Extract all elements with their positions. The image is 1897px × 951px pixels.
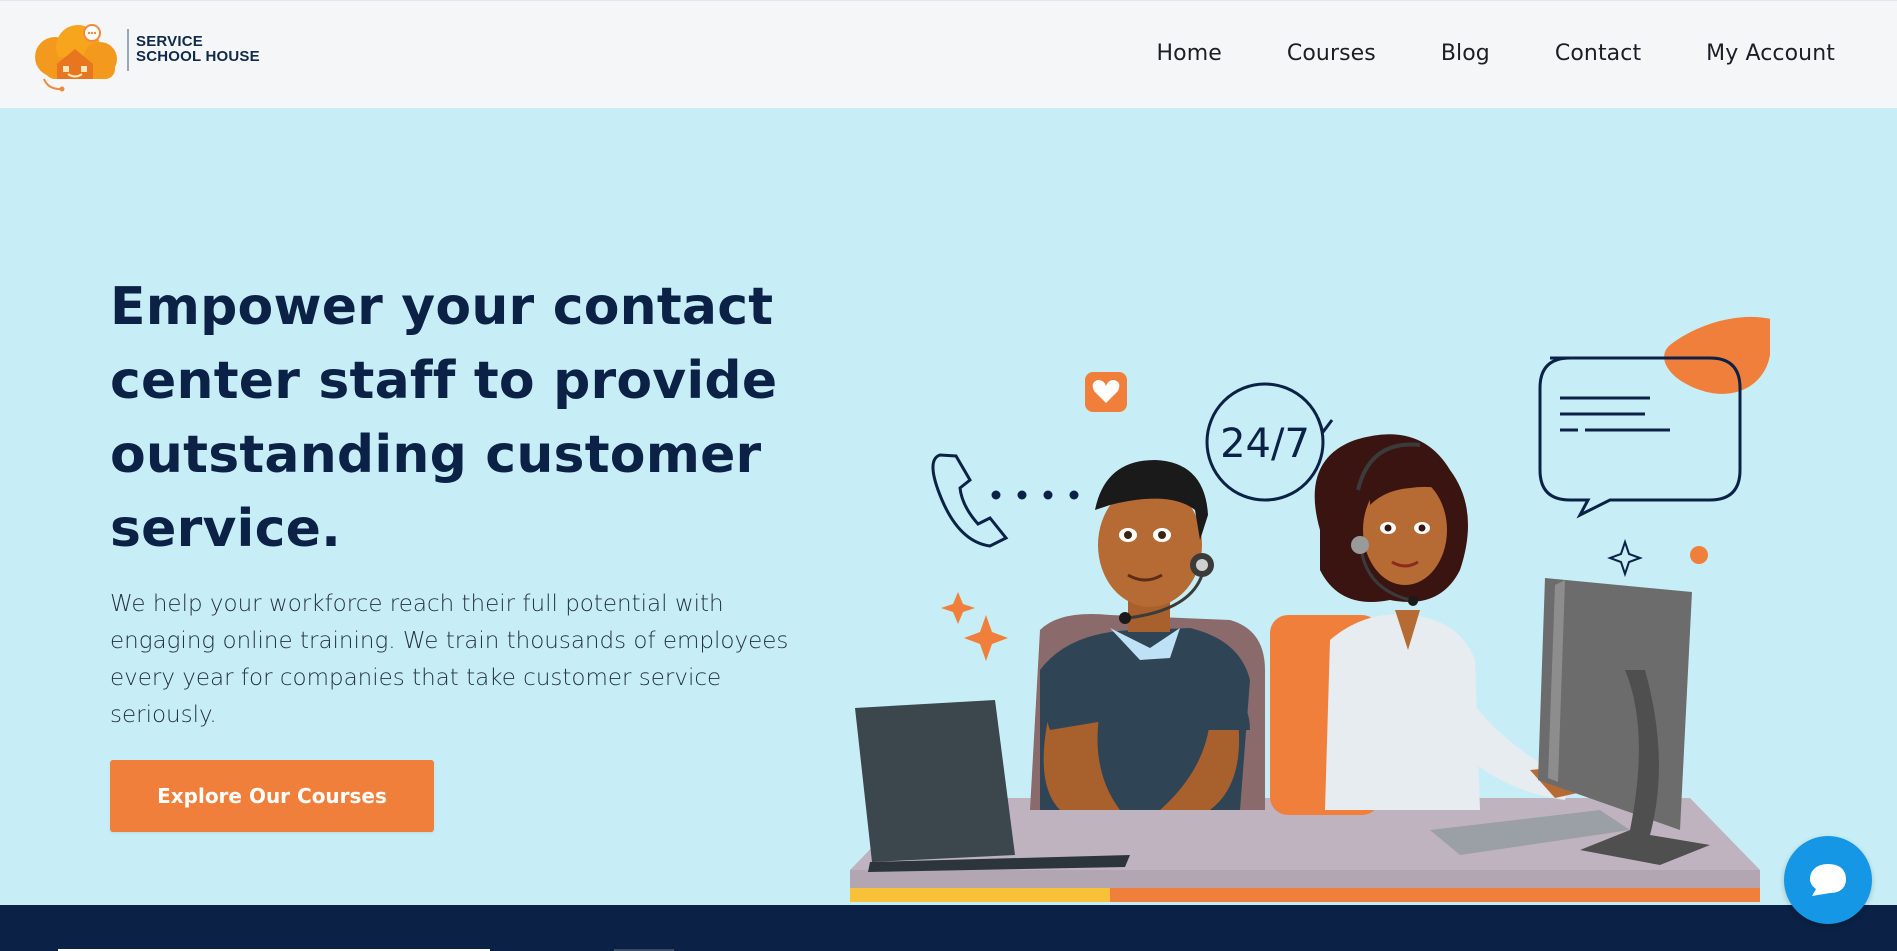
- logo-line-1: Service: [136, 33, 203, 50]
- explore-courses-button[interactable]: Explore Our Courses: [110, 760, 434, 832]
- nav-blog[interactable]: Blog: [1441, 41, 1490, 66]
- phone-icon: [931, 453, 1079, 548]
- nav-courses[interactable]: Courses: [1287, 41, 1376, 66]
- chat-bubble-icon: [1810, 864, 1846, 896]
- logo-line-2: School House: [136, 48, 260, 65]
- hero-subtitle: We help your workforce reach their full …: [110, 591, 789, 728]
- footer-strip: [0, 905, 1897, 951]
- nav-contact[interactable]: Contact: [1555, 41, 1641, 66]
- logo-divider: [127, 29, 129, 71]
- chat-button[interactable]: [1784, 836, 1872, 924]
- availability-badge: 24/7: [1205, 382, 1334, 502]
- hero-title: Empower your contact center staff to pro…: [110, 277, 778, 559]
- logo[interactable]: Service School House: [30, 19, 280, 94]
- decor-blob: [1664, 316, 1770, 394]
- nav-home[interactable]: Home: [1157, 41, 1222, 66]
- site-header: Service School House Home Courses Blog C…: [0, 0, 1897, 108]
- main-nav: Home Courses Blog Contact My Account: [1157, 41, 1836, 66]
- heart-icon: [1085, 372, 1127, 412]
- laptop: [855, 700, 1015, 862]
- logo-text: Service School House: [136, 34, 260, 64]
- nav-my-account[interactable]: My Account: [1706, 41, 1835, 66]
- hero-illustration: 24/7: [850, 316, 1770, 902]
- logo-cloud-icon: [35, 24, 117, 92]
- badge-text: 24/7: [1220, 421, 1310, 467]
